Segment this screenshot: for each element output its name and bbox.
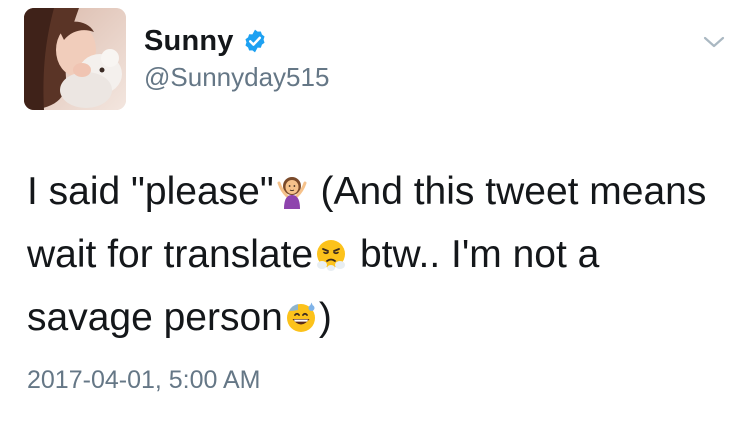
tweet-text-segment: ) (318, 296, 332, 339)
tweet-text-segment: btw.. I'm not a (349, 233, 600, 276)
tweet-line: wait for translate btw.. I'm not a (27, 223, 732, 286)
grinning-face-with-sweat-emoji (284, 291, 318, 332)
tweet-text: I said "please" (And this tweet means wa… (27, 160, 732, 349)
tweet-text-segment: wait for translate (27, 233, 314, 276)
person-gesturing-shrug-emoji (275, 165, 309, 209)
tweet-card: Sunny @Sunnyday515 I said "please" (And … (0, 0, 750, 421)
tweet-timestamp[interactable]: 2017-04-01, 5:00 AM (27, 366, 261, 395)
display-name-row: Sunny (144, 23, 268, 59)
tweet-text-segment: (And this tweet means (309, 170, 707, 213)
tweet-menu-button[interactable] (700, 30, 728, 54)
display-name[interactable]: Sunny (144, 25, 234, 58)
avatar-image (24, 8, 126, 110)
tweet-line: I said "please" (And this tweet means (27, 160, 732, 223)
verified-badge-icon (242, 28, 268, 54)
tweet-line: savage person ) (27, 286, 732, 349)
steam-from-nose-face-emoji (314, 228, 348, 271)
tweet-text-segment: I said "please" (27, 170, 274, 213)
chevron-down-icon (703, 36, 725, 48)
user-handle[interactable]: @Sunnyday515 (144, 62, 329, 93)
avatar[interactable] (24, 8, 126, 110)
tweet-text-segment: savage person (27, 296, 283, 339)
